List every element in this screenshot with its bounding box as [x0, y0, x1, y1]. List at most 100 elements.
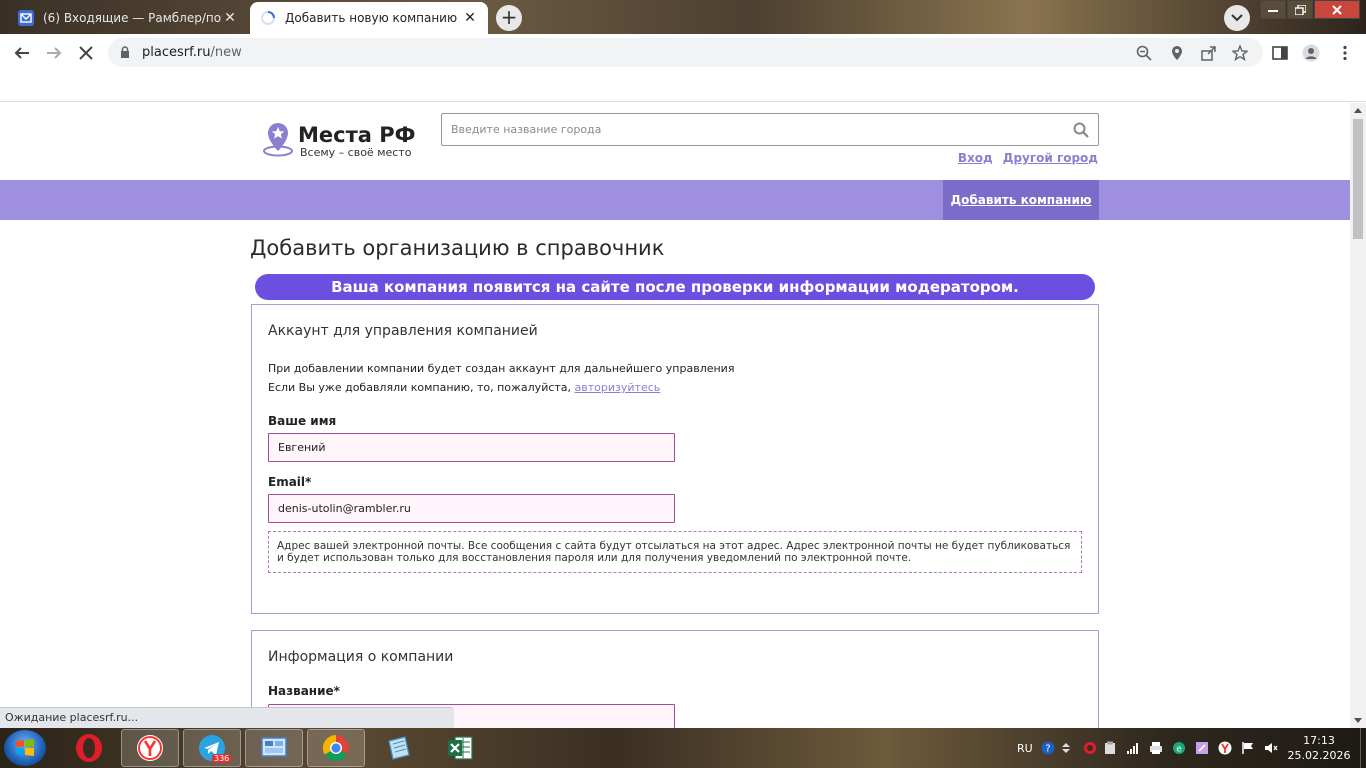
chrome-icon: [322, 734, 349, 762]
scrollbar-thumb[interactable]: [1353, 119, 1363, 239]
menu-kebab-icon[interactable]: [1336, 44, 1354, 62]
email-field[interactable]: [268, 494, 675, 523]
close-icon: [1332, 4, 1342, 15]
stop-icon: [79, 46, 93, 60]
search-icon[interactable]: [1073, 122, 1089, 138]
mail-icon: [18, 10, 34, 26]
svg-text:?: ?: [1045, 744, 1050, 755]
back-button[interactable]: [11, 42, 33, 64]
close-icon[interactable]: ✕: [462, 10, 478, 26]
map-pin-star-logo-icon[interactable]: [262, 121, 294, 157]
windows-logo-icon: [16, 739, 34, 756]
bookmarks-bar: [0, 71, 1366, 102]
page-scrollbar[interactable]: [1350, 103, 1366, 728]
email-label: Email*: [268, 475, 312, 489]
lock-icon[interactable]: [120, 46, 130, 59]
main-nav-bar: Добавить компанию: [0, 180, 1350, 220]
telegram-badge: 336: [212, 754, 232, 763]
taskbar-clock[interactable]: 17:13 25.02.2026: [1282, 733, 1356, 763]
login-prompt-text: Если Вы уже добавляли компанию, то, пожа…: [268, 381, 660, 394]
restore-button[interactable]: [1287, 0, 1313, 19]
taskbar-telegram[interactable]: 336: [183, 729, 241, 767]
language-indicator[interactable]: RU: [1017, 742, 1033, 755]
account-section-title: Аккаунт для управления компанией: [268, 323, 538, 339]
show-desktop-button[interactable]: [1360, 728, 1366, 768]
scroll-down-arrow-icon[interactable]: [1354, 718, 1362, 723]
edge-update-icon[interactable]: e: [1172, 741, 1186, 755]
forward-button[interactable]: [43, 42, 65, 64]
your-name-input[interactable]: [269, 434, 674, 461]
stop-button[interactable]: [75, 42, 97, 64]
printer-icon[interactable]: [1149, 741, 1163, 755]
account-section-panel: Аккаунт для управления компанией При доб…: [251, 304, 1099, 614]
chevron-down-icon: [1231, 14, 1243, 22]
tab-title: (6) Входящие — Рамблер/почта: [43, 11, 222, 25]
yandex-tray-icon[interactable]: [1218, 741, 1232, 755]
add-company-button[interactable]: Добавить компанию: [943, 180, 1099, 220]
side-panel-icon[interactable]: [1271, 44, 1289, 62]
email-input[interactable]: [269, 495, 674, 522]
tab-search-button[interactable]: [1224, 5, 1250, 31]
authorize-link[interactable]: авторизуйтесь: [575, 381, 661, 394]
minimize-button[interactable]: [1260, 0, 1286, 19]
status-bubble: Ожидание placesrf.ru...: [0, 707, 454, 728]
taskbar-opera[interactable]: [60, 729, 118, 767]
control-panel-icon: [261, 737, 287, 757]
notepad-icon: [388, 736, 410, 760]
clock-time: 17:13: [1303, 734, 1335, 747]
help-icon[interactable]: ?: [1041, 741, 1055, 755]
clipboard-icon[interactable]: [1103, 741, 1117, 755]
tab-title: Добавить новую компанию: [285, 11, 458, 25]
company-section-title: Информация о компании: [268, 649, 454, 665]
taskbar-control-panel[interactable]: [245, 729, 303, 767]
share-icon[interactable]: [1201, 45, 1217, 61]
notes-tray-icon[interactable]: [1195, 741, 1209, 755]
login-link[interactable]: Вход: [958, 151, 993, 165]
site-logo-title[interactable]: Места РФ: [298, 123, 415, 147]
site-logo-subtitle: Всему – своё место: [300, 146, 412, 159]
minimize-icon: [1268, 9, 1278, 12]
yandex-browser-icon: [137, 735, 163, 761]
other-city-link[interactable]: Другой город: [1003, 151, 1098, 165]
url-text[interactable]: placesrf.ru/new: [142, 45, 242, 60]
loading-spinner-icon: [260, 10, 276, 26]
url-host: placesrf.ru: [142, 45, 211, 60]
login-prompt-prefix: Если Вы уже добавляли компанию, то, пожа…: [268, 381, 572, 394]
city-search-input[interactable]: [442, 114, 1042, 145]
restore-icon: [1294, 4, 1306, 15]
close-window-button[interactable]: [1314, 0, 1360, 19]
tab-add-company[interactable]: Добавить новую компанию ✕: [250, 2, 488, 34]
taskbar-notes-app[interactable]: [369, 729, 427, 767]
taskbar-chrome[interactable]: [307, 729, 365, 767]
start-button[interactable]: [4, 730, 46, 766]
scroll-up-arrow-icon[interactable]: [1354, 108, 1362, 113]
network-signal-icon[interactable]: [1126, 741, 1140, 755]
excel-icon: [448, 736, 473, 760]
zoom-icon[interactable]: [1136, 45, 1152, 61]
url-path: /new: [210, 45, 242, 60]
clock-date: 25.02.2026: [1287, 749, 1351, 762]
browser-tab-strip: (6) Входящие — Рамблер/почта ✕ Добавить …: [0, 0, 1366, 34]
arrow-left-icon: [14, 47, 29, 59]
web-page: Места РФ Всему – своё место Вход Другой г…: [0, 103, 1350, 728]
arrow-right-icon: [47, 47, 62, 59]
your-name-field[interactable]: [268, 433, 675, 462]
opera-tray-icon[interactable]: [1083, 741, 1097, 755]
page-title: Добавить организацию в справочник: [250, 236, 665, 260]
taskbar-excel[interactable]: [431, 729, 489, 767]
profile-avatar-icon[interactable]: [1302, 44, 1320, 62]
system-tray: RU ? e: [1017, 728, 1278, 768]
tray-expand-icon[interactable]: [1061, 741, 1071, 755]
new-tab-button[interactable]: +: [496, 5, 522, 31]
star-icon[interactable]: [1232, 45, 1248, 61]
moderation-notice-banner: Ваша компания появится на сайте после пр…: [255, 274, 1095, 300]
taskbar-yandex-browser[interactable]: [121, 729, 179, 767]
action-center-flag-icon[interactable]: [1241, 741, 1255, 755]
address-bar[interactable]: placesrf.ru/new: [108, 38, 1263, 67]
tab-rambler-mail[interactable]: (6) Входящие — Рамблер/почта ✕: [8, 2, 248, 34]
city-search-box[interactable]: [441, 113, 1099, 146]
volume-muted-icon[interactable]: [1264, 741, 1278, 755]
account-info-text: При добавлении компании будет создан акк…: [268, 362, 735, 375]
close-icon[interactable]: ✕: [222, 10, 238, 26]
location-icon[interactable]: [1169, 45, 1185, 61]
